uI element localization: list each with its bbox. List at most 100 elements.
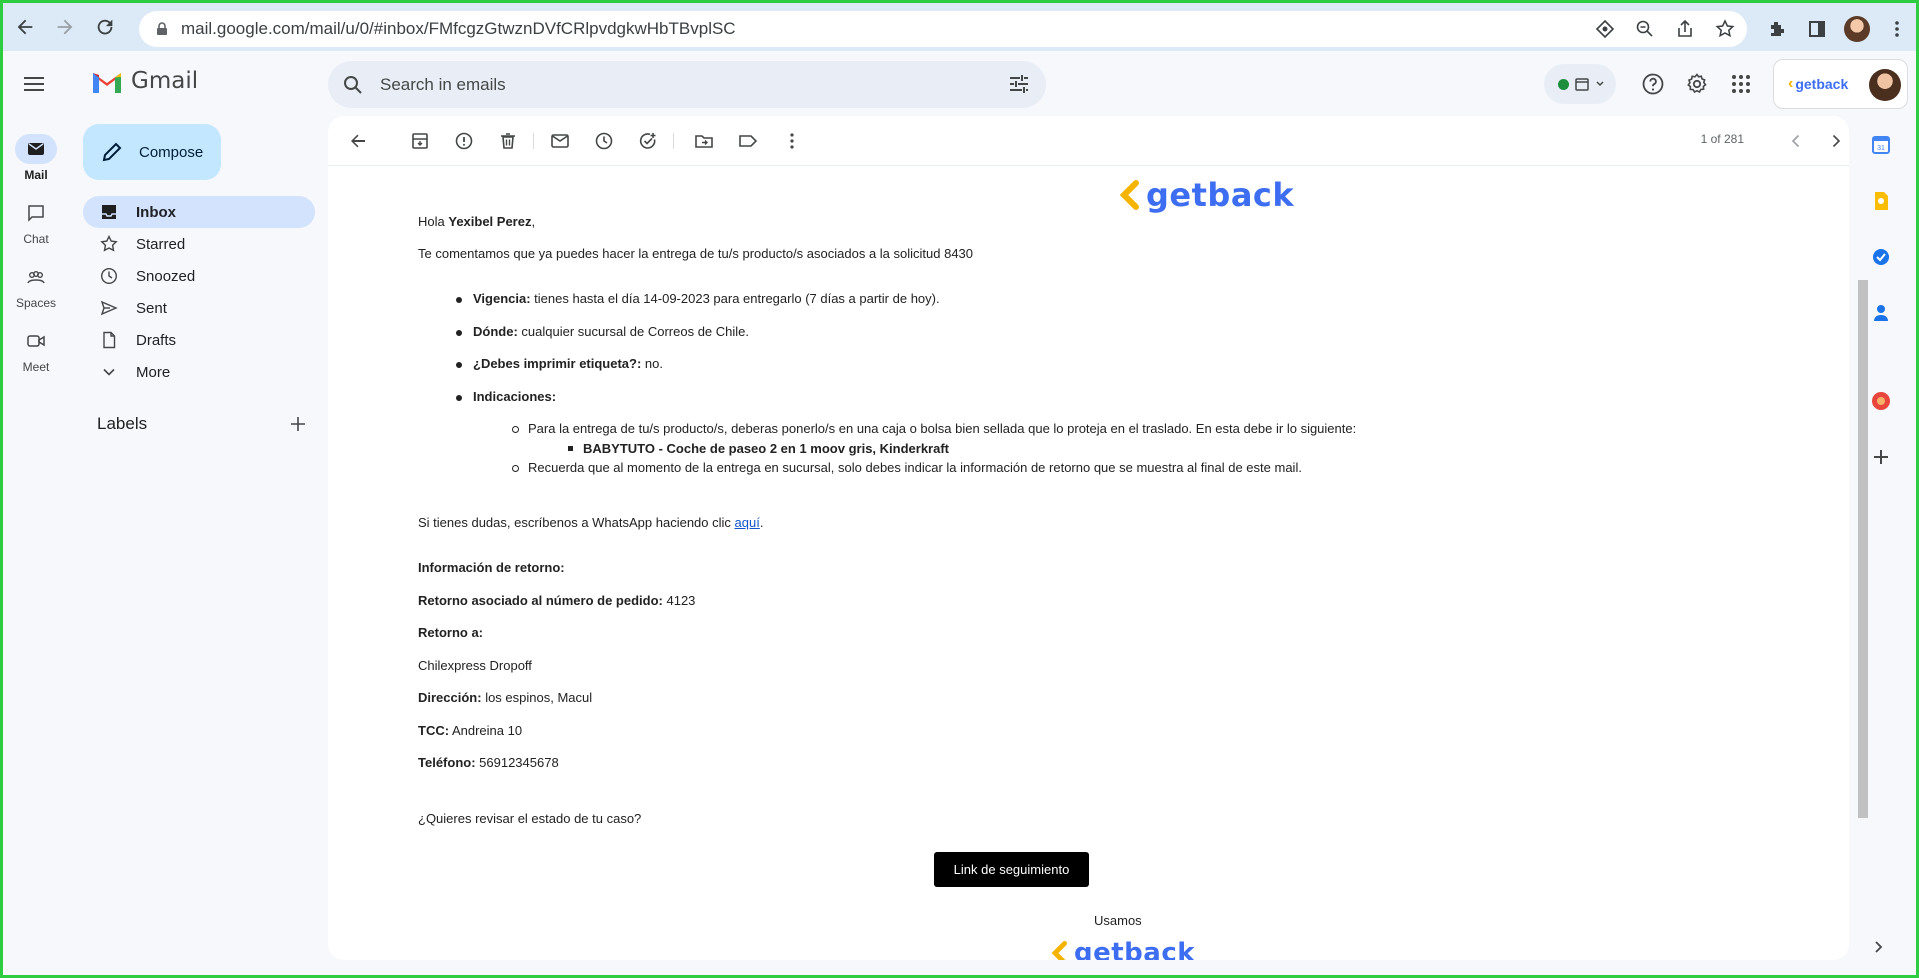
more-options-icon[interactable] <box>780 129 804 153</box>
compose-label: Compose <box>139 143 204 161</box>
sidebar-item-sent[interactable]: Sent <box>83 292 315 324</box>
getback-footer-logo: getback <box>1050 938 1195 960</box>
older-chevron-right-icon[interactable] <box>1824 129 1848 153</box>
mail-icon <box>28 143 44 155</box>
inbox-icon <box>102 205 116 219</box>
toolbar-divider <box>533 133 534 149</box>
status-selector[interactable] <box>1544 64 1616 104</box>
rail-label-spaces: Spaces <box>15 296 57 310</box>
intro-text: Te comentamos que ya puedes hacer la ent… <box>418 246 974 261</box>
back-to-inbox-icon[interactable] <box>346 129 370 153</box>
gmail-m-icon <box>93 73 121 93</box>
labels-title: Labels <box>97 414 148 433</box>
address-bar[interactable]: mail.google.com/mail/u/0/#inbox/FMfcgzGt… <box>139 11 1747 47</box>
side-panel-chevron-right-icon[interactable] <box>1870 938 1888 956</box>
search-icon[interactable] <box>342 74 364 96</box>
url-text[interactable]: mail.google.com/mail/u/0/#inbox/FMfcgzGt… <box>181 19 736 39</box>
sidebar-item-label: Inbox <box>136 203 176 221</box>
sidebar-item-inbox[interactable]: Inbox <box>83 196 315 228</box>
reading-pane: 1 of 281 getback Hola Yexibel Perez, Te … <box>328 116 1849 960</box>
bullet-vigencia: Vigencia: tienes hasta el día 14-09-2023… <box>456 291 940 306</box>
report-spam-icon[interactable] <box>452 129 476 153</box>
addon-app-icon[interactable] <box>1870 390 1892 412</box>
newer-chevron-left-icon[interactable] <box>1784 129 1808 153</box>
getback-footer-wordmark: getback <box>1074 938 1196 960</box>
get-addons-plus-icon[interactable] <box>1870 446 1892 468</box>
add-task-icon[interactable] <box>636 129 660 153</box>
sidebar-item-label: Drafts <box>136 331 177 349</box>
keep-app-icon[interactable] <box>1870 190 1892 212</box>
getback-wordmark: getback <box>1146 176 1295 214</box>
pencil-icon <box>102 142 122 162</box>
calendar-status-icon <box>1575 78 1589 91</box>
rail-item-meet[interactable]: Meet <box>3 326 69 374</box>
video-camera-icon <box>27 335 45 347</box>
extensions-icon[interactable] <box>1764 16 1790 42</box>
add-label-icon[interactable] <box>289 415 307 433</box>
sub-bullet-return-info: Recuerda que al momento de la entrega en… <box>512 460 1302 475</box>
chat-icon <box>28 205 44 222</box>
apps-grid-icon[interactable] <box>1727 70 1755 98</box>
zoom-icon[interactable] <box>1633 17 1657 41</box>
rail-item-chat[interactable]: Chat <box>3 198 69 246</box>
delete-trash-icon[interactable] <box>496 129 520 153</box>
search-options-icon[interactable] <box>1008 73 1030 95</box>
rail-item-mail[interactable]: Mail <box>3 134 69 182</box>
mark-unread-icon[interactable] <box>548 129 572 153</box>
calendar-app-icon[interactable]: 31 <box>1870 134 1892 156</box>
side-panel-icon[interactable] <box>1804 16 1830 42</box>
toolbar-divider <box>673 133 674 149</box>
clock-icon <box>100 267 118 285</box>
sidebar-item-drafts[interactable]: Drafts <box>83 324 315 356</box>
forward-arrow-icon[interactable] <box>47 9 83 45</box>
search-bar[interactable]: Search in emails <box>328 61 1046 108</box>
gmail-logo[interactable]: Gmail <box>91 68 198 94</box>
product-item: BABYTUTO - Coche de paseo 2 en 1 moov gr… <box>567 441 950 456</box>
toolbar-separator-line <box>328 165 1849 166</box>
bullet-etiqueta: ¿Debes imprimir etiqueta?: no. <box>456 356 663 371</box>
archive-icon[interactable] <box>408 129 432 153</box>
search-input[interactable]: Search in emails <box>380 75 506 95</box>
rail-label-chat: Chat <box>23 232 49 246</box>
account-brand-logo: ‹ getback <box>1788 75 1849 92</box>
compose-button[interactable]: Compose <box>83 124 221 180</box>
whatsapp-line: Si tienes dudas, escríbenos a WhatsApp h… <box>418 515 764 530</box>
lock-icon <box>157 22 167 35</box>
side-apps-panel: 31 <box>1850 116 1916 976</box>
getback-chevron-icon <box>1051 941 1067 960</box>
settings-gear-icon[interactable] <box>1683 70 1711 98</box>
getback-logo: getback <box>1118 176 1294 214</box>
return-to-value: Chilexpress Dropoff <box>418 658 532 673</box>
share-icon[interactable] <box>1673 17 1697 41</box>
back-arrow-icon[interactable] <box>7 9 43 45</box>
whatsapp-link[interactable]: aquí <box>735 515 760 530</box>
sidebar-item-snoozed[interactable]: Snoozed <box>83 260 315 292</box>
main-menu-icon[interactable] <box>21 71 47 97</box>
account-switcher[interactable]: ‹ getback <box>1773 59 1908 109</box>
spaces-icon <box>27 271 45 284</box>
active-status-dot <box>1558 78 1569 90</box>
sidebar-item-starred[interactable]: Starred <box>83 228 315 260</box>
bullet-donde: Dónde: cualquier sucursal de Correos de … <box>455 324 750 339</box>
svg-text:31: 31 <box>1877 145 1885 152</box>
chrome-menu-icon[interactable] <box>1884 16 1910 42</box>
bookmark-star-icon[interactable] <box>1713 17 1737 41</box>
snooze-clock-icon[interactable] <box>592 129 616 153</box>
move-to-folder-icon[interactable] <box>692 129 716 153</box>
reload-icon[interactable] <box>87 9 123 45</box>
sidebar-item-label: Sent <box>136 299 167 317</box>
account-avatar[interactable] <box>1869 69 1901 101</box>
sidebar-item-more[interactable]: More <box>83 356 315 388</box>
sidebar-item-label: Snoozed <box>136 267 196 285</box>
sidebar-item-label: Starred <box>136 235 186 253</box>
tasks-app-icon[interactable] <box>1870 246 1892 268</box>
label-tag-icon[interactable] <box>736 129 760 153</box>
rail-item-spaces[interactable]: Spaces <box>3 262 69 310</box>
return-tcc: TCC: Andreina 10 <box>418 723 523 738</box>
return-info-title: Información de retorno: <box>418 560 565 575</box>
contacts-app-icon[interactable] <box>1870 302 1892 324</box>
profile-avatar[interactable] <box>1844 16 1870 42</box>
tracking-link-button[interactable]: Link de seguimiento <box>934 852 1089 887</box>
help-icon[interactable] <box>1639 70 1667 98</box>
site-controls-icon[interactable] <box>1593 17 1617 41</box>
